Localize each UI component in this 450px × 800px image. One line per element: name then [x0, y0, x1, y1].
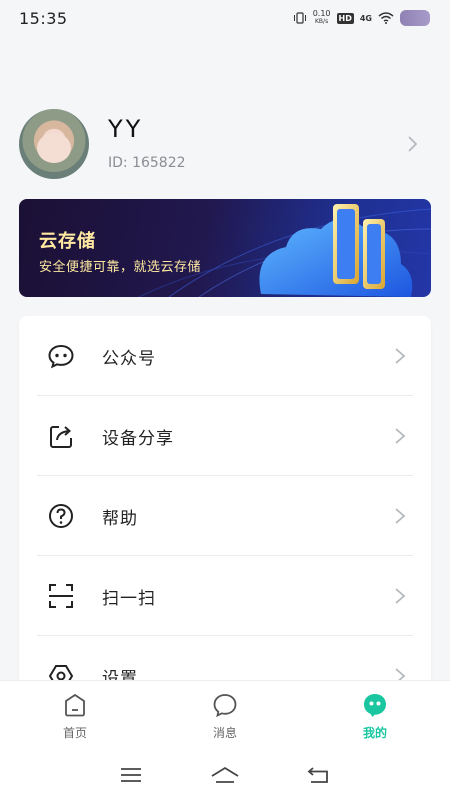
wifi-icon [378, 12, 394, 24]
menu-item-scan[interactable]: 扫一扫 [37, 556, 413, 636]
menu-item-device-share[interactable]: 设备分享 [37, 396, 413, 476]
back-icon[interactable] [307, 766, 331, 784]
scan-icon [49, 584, 73, 608]
menu-label: 设备分享 [102, 428, 174, 449]
hd-badge: HD [336, 12, 354, 24]
vibrate-icon [293, 12, 306, 24]
menu-item-help[interactable]: 帮助 [37, 476, 413, 556]
profile-icon [364, 694, 386, 717]
share-icon [50, 426, 72, 448]
status-bar: 15:35 0.10 KB/s HD 4G [0, 0, 450, 36]
tab-label: 我的 [362, 726, 387, 740]
profile-id: ID: 165822 [108, 155, 186, 171]
chevron-right-icon[interactable] [403, 135, 421, 153]
menu-card: 公众号 设备分享 帮助 扫一扫 设置 [19, 316, 431, 696]
banner-title: 云存储 [39, 231, 96, 252]
tab-label: 首页 [62, 726, 87, 740]
net-speed-unit: KB/s [315, 18, 329, 25]
chevron-right-icon [395, 348, 406, 364]
tab-mine[interactable]: 我的 [300, 681, 450, 750]
network-speed: 0.10 KB/s [313, 10, 331, 26]
banner-subtitle: 安全便捷可靠，就选云存储 [39, 260, 202, 275]
status-time: 15:35 [19, 8, 68, 28]
network-type: 4G [359, 13, 372, 23]
help-icon [49, 504, 73, 528]
profile-name: YY [108, 115, 144, 143]
net-speed-value: 0.10 [312, 9, 331, 18]
menu-icon[interactable] [119, 766, 143, 784]
menu-label: 公众号 [102, 348, 156, 369]
profile-info: YY ID: 165822 [108, 115, 403, 171]
status-icons: 0.10 KB/s HD 4G [293, 10, 430, 26]
chevron-right-icon [395, 428, 406, 444]
tab-label: 消息 [212, 726, 237, 740]
avatar[interactable] [19, 109, 89, 179]
tab-home[interactable]: 首页 [0, 681, 150, 750]
cloud-storage-icon [259, 204, 413, 297]
home-nav-icon[interactable] [210, 766, 240, 784]
bottom-tab-bar: 首页 消息 我的 [0, 680, 450, 750]
home-icon [65, 693, 85, 717]
message-icon [213, 694, 237, 718]
menu-label: 扫一扫 [102, 588, 156, 609]
menu-label: 帮助 [102, 508, 138, 529]
profile-header[interactable]: YY ID: 165822 [19, 108, 431, 180]
system-nav-bar [0, 750, 450, 800]
menu-item-official-account[interactable]: 公众号 [37, 316, 413, 396]
chevron-right-icon [395, 508, 406, 524]
wechat-icon [48, 344, 74, 369]
chevron-right-icon [395, 588, 406, 604]
cloud-storage-banner[interactable]: 云存储 安全便捷可靠，就选云存储 [19, 199, 431, 297]
tab-messages[interactable]: 消息 [150, 681, 300, 750]
status-avatar-icon [400, 10, 430, 26]
